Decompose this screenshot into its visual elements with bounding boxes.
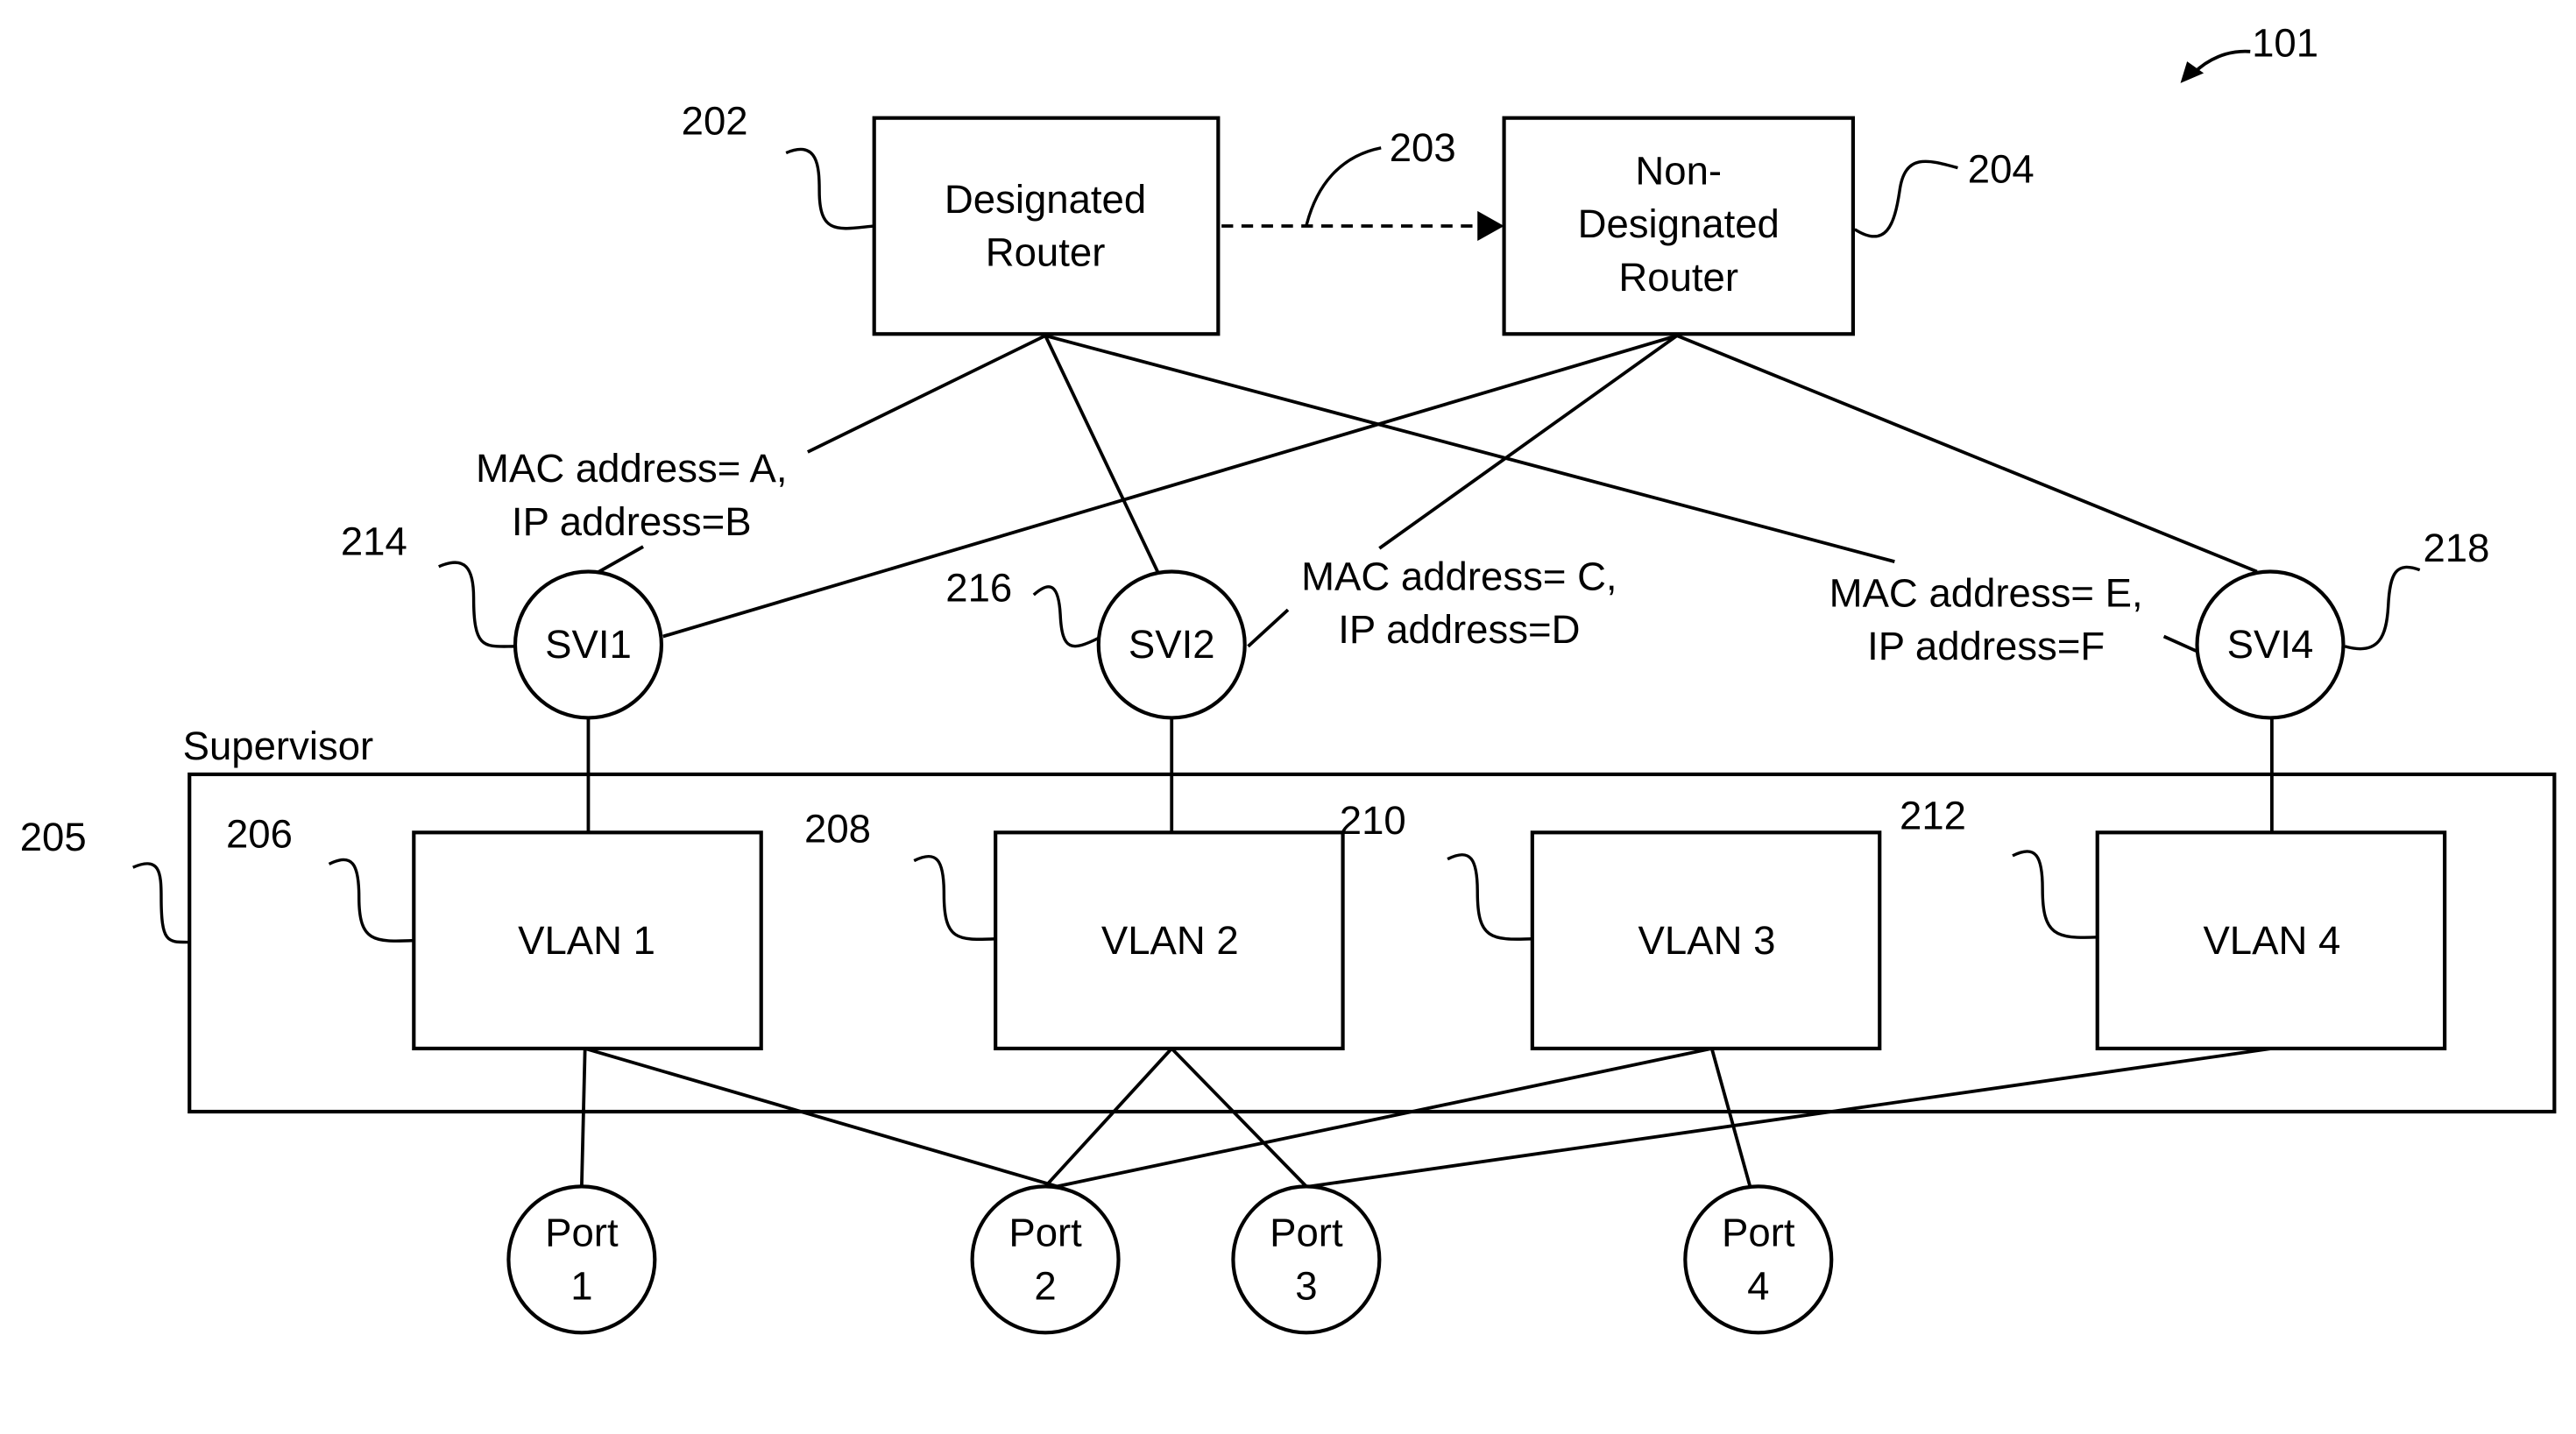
annotation-svi4-ip: IP address=F (1867, 624, 2105, 668)
router-sync-link-leader (1305, 146, 1382, 227)
vlan1-ref: 206 (226, 811, 293, 856)
annotation-svi2-ip: IP address=D (1338, 607, 1580, 652)
arrowhead-icon (2180, 61, 2204, 83)
annotation-svi1-mac: MAC address= A, (476, 446, 787, 491)
svi1-leader (438, 561, 516, 648)
designated-router-leader (785, 147, 874, 230)
link-vlan1-port2 (584, 1047, 1058, 1189)
svi2-label: SVI2 (1129, 622, 1215, 667)
network-diagram: 101 Designated Router 202 203 Non- Desig… (20, 20, 2557, 1335)
port2-label-line1: Port (1008, 1211, 1082, 1255)
vlan2-box[interactable]: VLAN 2 (994, 830, 1345, 1051)
port1-label-line2: 1 (570, 1263, 592, 1308)
designated-router-label-line1: Designated (945, 177, 1146, 222)
annotation-svi1-ip: IP address=B (512, 499, 752, 544)
pointer-annotation-e-to-svi4 (2162, 634, 2198, 653)
svi2-leader (1032, 585, 1100, 648)
svi4-label: SVI4 (2227, 622, 2314, 667)
svi4-leader (2344, 565, 2421, 651)
pointer-annotation-c-to-svi2 (1247, 608, 1290, 648)
figure-reference-number: 101 (2252, 20, 2318, 65)
designated-router-label-line2: Router (986, 230, 1106, 274)
supervisor-leader (132, 862, 190, 944)
supervisor-label: Supervisor (183, 724, 374, 768)
annotation-svi2-mac: MAC address= C, (1301, 554, 1617, 598)
vlan4-label: VLAN 4 (2203, 918, 2340, 963)
annotation-svi1-addresses: MAC address= A, IP address=B (476, 446, 787, 544)
svi2-ref: 216 (945, 566, 1012, 611)
annotation-svi4-addresses: MAC address= E, IP address=F (1829, 570, 2143, 668)
non-designated-router[interactable]: Non- Designated Router (1502, 116, 1855, 336)
svi4-node[interactable]: SVI4 (2195, 569, 2346, 720)
vlan3-ref: 210 (1340, 798, 1406, 843)
port4-node[interactable]: Port 4 (1683, 1184, 1834, 1335)
port3-label-line2: 3 (1295, 1263, 1317, 1308)
vlan3-leader (1447, 853, 1532, 941)
figure-reference: 101 (2180, 20, 2318, 83)
annotation-svi2-addresses: MAC address= C, IP address=D (1301, 554, 1617, 652)
non-designated-router-label-line1: Non- (1635, 149, 1722, 194)
figure-reference-arrow-icon (2192, 49, 2251, 74)
link-vlan3-port4 (1709, 1048, 1752, 1187)
port3-node[interactable]: Port 3 (1231, 1184, 1382, 1335)
port2-node[interactable]: Port 2 (970, 1184, 1121, 1335)
annotation-svi4-mac: MAC address= E, (1829, 570, 2143, 615)
link-dr-to-svi2 (1044, 335, 1160, 575)
link-vlan1-port1 (579, 1048, 587, 1187)
vlan2-leader (913, 855, 996, 941)
vlan2-ref: 208 (804, 807, 871, 851)
link-ndr-to-svi4 (1676, 334, 2258, 574)
non-designated-router-ref: 204 (1968, 147, 2035, 192)
svi4-ref: 218 (2423, 526, 2489, 570)
link-vlan3-port2 (1056, 1047, 1713, 1189)
vlan1-leader (328, 858, 414, 943)
vlan4-leader (2012, 850, 2098, 939)
port3-label-line1: Port (1270, 1211, 1343, 1255)
svi1-node[interactable]: SVI1 (513, 569, 664, 720)
port4-label-line2: 4 (1747, 1263, 1769, 1308)
port2-label-line2: 2 (1034, 1263, 1056, 1308)
port1-node[interactable]: Port 1 (506, 1184, 657, 1335)
link-vlan2-port3 (1170, 1047, 1308, 1188)
link-ndr-to-annotation-c (1378, 334, 1678, 550)
port4-label-line1: Port (1722, 1211, 1795, 1255)
arrowhead-icon (1477, 210, 1504, 242)
non-designated-router-leader (1853, 159, 1958, 238)
svi1-ref: 214 (341, 519, 407, 564)
vlan-port-links (579, 1047, 2273, 1189)
link-dr-to-annotation-e (1044, 334, 1895, 563)
svi1-label: SVI1 (545, 622, 632, 667)
vlan2-label: VLAN 2 (1101, 918, 1239, 963)
vlan1-box[interactable]: VLAN 1 (412, 830, 763, 1051)
pointer-annotation-a-to-svi1 (592, 545, 644, 576)
designated-router-ref: 202 (682, 99, 748, 144)
designated-router[interactable]: Designated Router (872, 116, 1221, 336)
link-vlan4-port3 (1309, 1047, 2273, 1189)
router-sync-link-ref: 203 (1390, 125, 1456, 170)
vlan3-label: VLAN 3 (1638, 918, 1776, 963)
non-designated-router-label-line3: Router (1618, 255, 1738, 300)
vlan3-box[interactable]: VLAN 3 (1530, 830, 1882, 1051)
non-designated-router-label-line2: Designated (1578, 201, 1780, 246)
port1-label-line1: Port (545, 1211, 619, 1255)
svi2-node[interactable]: SVI2 (1096, 569, 1247, 720)
vlan4-box[interactable]: VLAN 4 (2095, 830, 2447, 1051)
supervisor-ref: 205 (20, 815, 87, 859)
link-dr-to-annotation-a (806, 334, 1046, 454)
vlan4-ref: 212 (1900, 794, 1966, 838)
vlan1-label: VLAN 1 (518, 918, 655, 963)
